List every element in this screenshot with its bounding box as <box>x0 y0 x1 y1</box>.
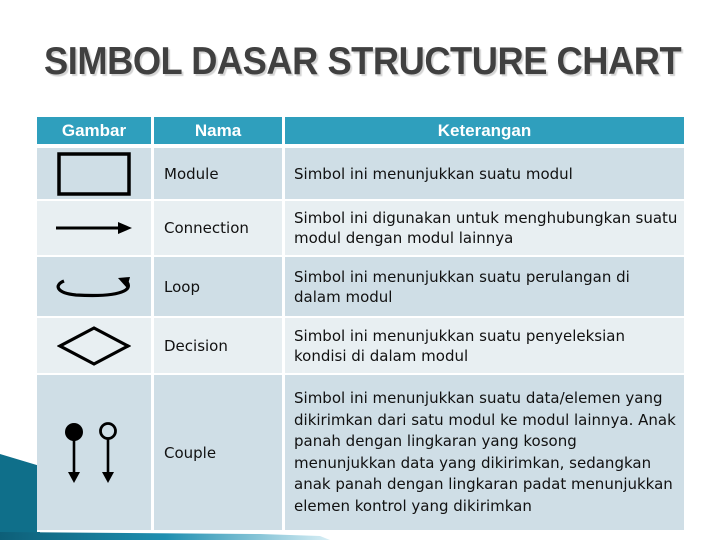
symbol-cell <box>37 318 154 375</box>
symbol-description: Simbol ini menunjukkan suatu data/elemen… <box>285 375 684 532</box>
table-row: Module Simbol ini menunjukkan suatu modu… <box>37 148 684 201</box>
table-row: Connection Simbol ini digunakan untuk me… <box>37 201 684 257</box>
symbol-description: Simbol ini digunakan untuk menghubungkan… <box>285 201 684 257</box>
symbol-table: Gambar Nama Keterangan Module Simbol ini… <box>37 117 684 532</box>
table-row: Decision Simbol ini menunjukkan suatu pe… <box>37 318 684 375</box>
header-nama: Nama <box>154 117 285 148</box>
table-row: Couple Simbol ini menunjukkan suatu data… <box>37 375 684 532</box>
header-keterangan: Keterangan <box>285 117 684 148</box>
header-gambar: Gambar <box>37 117 154 148</box>
symbol-description: Simbol ini menunjukkan suatu penyeleksia… <box>285 318 684 375</box>
symbol-cell <box>37 375 154 532</box>
symbol-name: Loop <box>154 257 285 318</box>
connection-arrow-icon <box>56 222 132 234</box>
symbol-cell <box>37 148 154 201</box>
loop-arrow-icon <box>56 276 130 297</box>
symbol-name: Module <box>154 148 285 201</box>
symbol-cell <box>37 257 154 318</box>
symbol-cell <box>37 201 154 257</box>
decision-diamond-icon <box>57 325 131 366</box>
symbol-description: Simbol ini menunjukkan suatu perulangan … <box>285 257 684 318</box>
table-row: Loop Simbol ini menunjukkan suatu perula… <box>37 257 684 318</box>
table-header-row: Gambar Nama Keterangan <box>37 117 684 148</box>
symbol-name: Decision <box>154 318 285 375</box>
page-title: SIMBOL DASAR STRUCTURE CHART <box>44 40 682 83</box>
module-rectangle-icon <box>57 151 131 196</box>
symbol-description: Simbol ini menunjukkan suatu modul <box>285 148 684 201</box>
couple-arrows-icon <box>65 421 117 483</box>
symbol-name: Couple <box>154 375 285 532</box>
symbol-name: Connection <box>154 201 285 257</box>
